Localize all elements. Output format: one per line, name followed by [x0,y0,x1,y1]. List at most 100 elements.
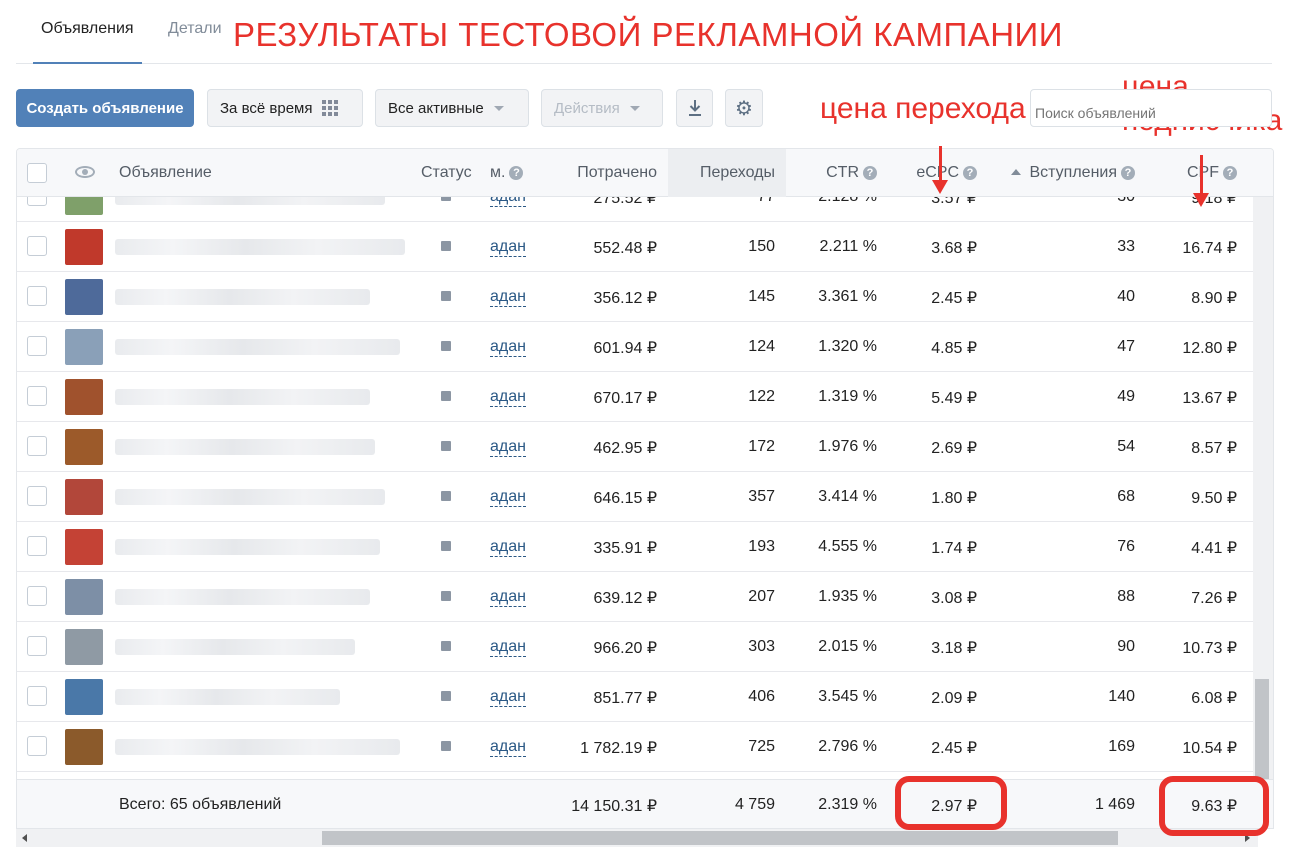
campaign-link[interactable]: адан [490,738,526,757]
col-campaign[interactable]: м.? [490,164,524,182]
ad-title-blurred[interactable] [115,389,370,405]
campaign-link[interactable]: адан [490,438,526,457]
cell-cpf: 10.54 ₽ [1182,740,1237,757]
ad-thumbnail[interactable] [65,329,103,365]
sort-asc-icon [1011,169,1022,175]
cell-cpf: 16.74 ₽ [1182,240,1237,257]
cell-cpf: 4.41 ₽ [1191,540,1237,557]
table-row: адан 462.95 ₽ 172 1.976 % 2.69 ₽ 54 8.57 ₽ [17,422,1253,472]
col-ad[interactable]: Объявление [119,164,212,182]
row-checkbox[interactable] [27,197,47,206]
ad-title-blurred[interactable] [115,339,400,355]
vertical-scroll-thumb[interactable] [1255,679,1269,779]
ad-thumbnail[interactable] [65,429,103,465]
row-checkbox[interactable] [27,586,47,606]
cell-ctr: 2.015 % [818,638,877,655]
ad-title-blurred[interactable] [115,539,380,555]
horizontal-scroll-thumb[interactable] [322,831,1118,845]
table-row: адан 639.12 ₽ 207 1.935 % 3.08 ₽ 88 7.26 ₽ [17,572,1253,622]
scroll-left-icon[interactable] [22,834,27,842]
row-checkbox[interactable] [27,686,47,706]
row-checkbox[interactable] [27,236,47,256]
tab-details[interactable]: Детали [168,20,222,38]
cell-ctr: 2.211 % [819,238,877,255]
row-checkbox[interactable] [27,736,47,756]
ad-title-blurred[interactable] [115,239,405,255]
ad-title-blurred[interactable] [115,439,375,455]
help-icon[interactable]: ? [963,166,977,180]
ad-thumbnail[interactable] [65,229,103,265]
row-checkbox[interactable] [27,536,47,556]
ad-thumbnail[interactable] [65,679,103,715]
row-checkbox[interactable] [27,386,47,406]
ad-title-blurred[interactable] [115,689,340,705]
vertical-scrollbar[interactable] [1253,197,1273,779]
cell-joins: 54 [1117,438,1135,455]
help-icon[interactable]: ? [509,166,524,180]
ad-thumbnail[interactable] [65,579,103,615]
row-checkbox[interactable] [27,436,47,456]
cell-joins: 30 [1117,197,1135,206]
ad-thumbnail[interactable] [65,729,103,765]
ad-title-blurred[interactable] [115,197,385,205]
cell-joins: 88 [1117,588,1135,605]
ad-title-blurred[interactable] [115,289,370,305]
ad-thumbnail[interactable] [65,479,103,515]
col-clicks[interactable]: Переходы [700,164,775,182]
help-icon[interactable]: ? [1121,166,1135,180]
totals-label: Всего: 65 объявлений [119,796,282,813]
select-all-checkbox[interactable] [27,163,47,183]
tab-ads[interactable]: Объявления [33,20,142,64]
create-ad-button[interactable]: Создать объявление [16,89,194,127]
ad-title-blurred[interactable] [115,489,385,505]
cell-ctr: 2.796 % [818,738,877,755]
status-indicator [441,241,451,251]
ad-title-blurred[interactable] [115,639,355,655]
campaign-link[interactable]: адан [490,238,526,257]
actions-dropdown[interactable]: Действия [541,89,663,127]
table-row: адан 1 782.19 ₽ 725 2.796 % 2.45 ₽ 169 10.54 ₽ [17,722,1253,772]
totals-ctr: 2.319 % [818,796,877,813]
col-spent[interactable]: Потрачено [577,164,657,182]
horizontal-scrollbar[interactable] [16,829,1258,847]
ad-thumbnail[interactable] [65,279,103,315]
row-checkbox[interactable] [27,336,47,356]
ad-title-blurred[interactable] [115,589,370,605]
download-button[interactable] [676,89,713,127]
campaign-link[interactable]: адан [490,688,526,707]
col-cpf[interactable]: CPF? [1187,164,1237,182]
campaign-link[interactable]: адан [490,488,526,507]
ad-thumbnail[interactable] [65,379,103,415]
col-status[interactable]: Статус [421,164,472,182]
row-checkbox[interactable] [27,286,47,306]
ad-thumbnail[interactable] [65,529,103,565]
cell-ctr: 3.545 % [818,688,877,705]
search-input[interactable] [1030,89,1272,127]
ad-title-blurred[interactable] [115,739,400,755]
status-filter-select[interactable]: Все активные [375,89,529,127]
campaign-link[interactable]: адан [490,388,526,407]
campaign-link[interactable]: адан [490,588,526,607]
ad-thumbnail[interactable] [65,629,103,665]
help-icon[interactable]: ? [863,166,877,180]
status-indicator [441,691,451,701]
settings-button[interactable]: ⚙ [725,89,763,127]
col-ecpc-label: eCPC [916,164,959,181]
cell-ctr: 4.555 % [818,538,877,555]
status-indicator [441,641,451,651]
campaign-link[interactable]: адан [490,288,526,307]
campaign-link[interactable]: адан [490,338,526,357]
campaign-link[interactable]: адан [490,538,526,557]
ad-thumbnail[interactable] [65,197,103,215]
cell-spent: 462.95 ₽ [593,440,657,457]
col-joins[interactable]: Вступления? [1011,164,1135,182]
campaign-link[interactable]: адан [490,638,526,657]
period-select[interactable]: За всё время [207,89,363,127]
row-checkbox[interactable] [27,486,47,506]
eye-icon[interactable] [75,166,95,178]
annotation-headline: РЕЗУЛЬТАТЫ ТЕСТОВОЙ РЕКЛАМНОЙ КАМПАНИИ [233,16,1063,53]
help-icon[interactable]: ? [1223,166,1237,180]
campaign-link[interactable]: адан [490,197,526,207]
col-ctr[interactable]: CTR? [826,164,877,182]
row-checkbox[interactable] [27,636,47,656]
